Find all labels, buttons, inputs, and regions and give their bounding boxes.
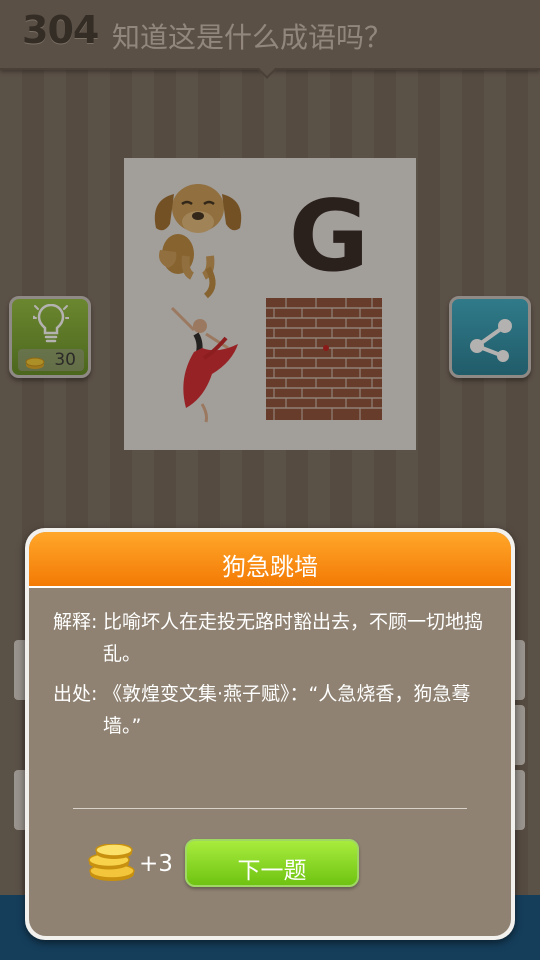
- dialog-title-bar: 狗急跳墙: [29, 532, 511, 588]
- meaning-text: 比喻坏人在走投无路时豁出去，不顾一切地捣乱。: [103, 611, 484, 665]
- source-label: 出处:: [53, 683, 98, 705]
- next-button-label: 下一题: [237, 858, 307, 884]
- meaning-label: 解释:: [53, 611, 98, 633]
- answer-dialog: 狗急跳墙 解释: 比喻坏人在走投无路时豁出去，不顾一切地捣乱。 出处: 《敦煌变…: [25, 528, 515, 940]
- divider: [73, 808, 467, 809]
- idiom-answer: 狗急跳墙: [222, 553, 318, 581]
- dialog-body: 狗急跳墙 解释: 比喻坏人在走投无路时豁出去，不顾一切地捣乱。 出处: 《敦煌变…: [29, 532, 511, 936]
- coins-icon: [87, 843, 137, 888]
- source-text: 《敦煌变文集·燕子赋》：“人急烧香，狗急蓦墙。”: [103, 683, 471, 737]
- next-question-button[interactable]: 下一题: [185, 839, 359, 887]
- reward-value: +3: [139, 851, 173, 877]
